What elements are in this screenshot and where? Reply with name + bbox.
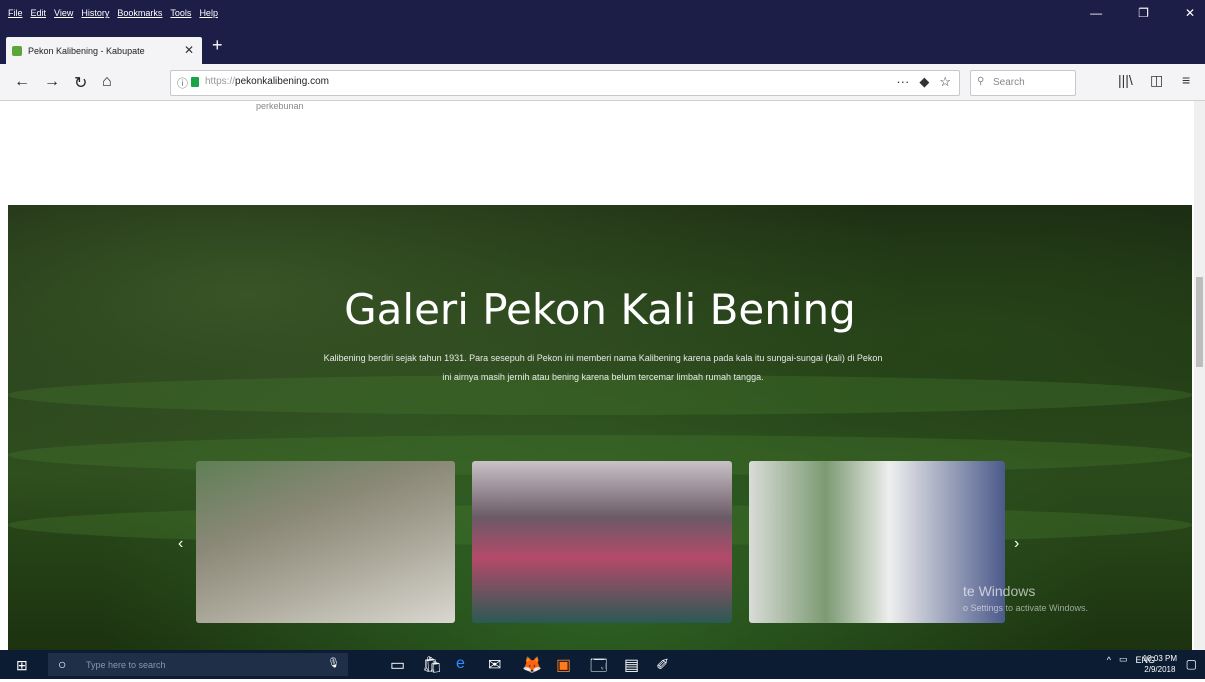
calculator-icon[interactable]: 🗔	[590, 655, 607, 682]
menu-tools[interactable]: Tools	[170, 8, 191, 18]
menu-file[interactable]: File	[8, 8, 23, 18]
mail-icon[interactable]: ✉	[488, 655, 501, 675]
scrollbar-thumb[interactable]	[1196, 277, 1203, 367]
windows-start-icon[interactable]: ⊞	[16, 657, 28, 674]
menu-bar: File Edit View History Bookmarks Tools H…	[0, 0, 1205, 30]
url-text[interactable]: https://pekonkalibening.com	[205, 76, 329, 87]
gallery-image-performers[interactable]	[472, 461, 732, 623]
search-icon: ⚲	[977, 76, 985, 87]
lock-icon	[191, 77, 199, 87]
restore-button[interactable]: ❐	[1138, 6, 1149, 20]
taskbar-search-placeholder: Type here to search	[86, 660, 166, 670]
gallery-title: Galeri Pekon Kali Bening	[344, 285, 856, 334]
home-icon[interactable]: ⌂	[102, 73, 112, 91]
store-icon[interactable]: 🛍	[422, 655, 442, 675]
search-placeholder: Search	[993, 77, 1025, 88]
search-input[interactable]: ⚲ Search	[970, 70, 1076, 96]
reload-icon[interactable]: ↻	[74, 73, 87, 93]
menu-view[interactable]: View	[54, 8, 73, 18]
menu-bookmarks[interactable]: Bookmarks	[117, 8, 162, 18]
tab-title: Pekon Kalibening - Kabupate	[28, 45, 145, 56]
new-tab-button[interactable]: +	[212, 36, 223, 54]
hamburger-menu-icon[interactable]: ≡	[1182, 72, 1190, 88]
tab-close-icon[interactable]: ✕	[184, 43, 194, 57]
window-controls: — ❐ ✕	[1090, 6, 1195, 20]
clock-time: 10:03 PM	[1142, 654, 1177, 663]
paint-icon[interactable]: ✐	[656, 655, 669, 675]
url-host: pekonkalibening.com	[235, 76, 329, 87]
notification-center-icon[interactable]: ▢	[1186, 657, 1197, 671]
activate-windows-subtext: o Settings to activate Windows.	[963, 603, 1089, 613]
minimize-button[interactable]: —	[1090, 6, 1102, 20]
bookmark-star-icon[interactable]: ☆	[939, 74, 951, 90]
windows-taskbar: ⊞ ○ Type here to search 🎙 ▭ 🛍 e ✉ 🦊 ▣ 🗔 …	[0, 650, 1205, 679]
clock-date: 2/9/2018	[1144, 665, 1176, 674]
close-window-button[interactable]: ✕	[1185, 6, 1195, 20]
cortana-icon: ○	[58, 656, 67, 672]
menu-edit[interactable]: Edit	[31, 8, 47, 18]
url-protocol: https://	[205, 76, 236, 87]
favicon-icon	[12, 45, 22, 56]
url-bar[interactable]: ⓘ https://pekonkalibening.com ··· ◆ ☆	[170, 70, 960, 96]
sidebar-icon[interactable]: ◫	[1150, 72, 1163, 89]
menu-list: File Edit View History Bookmarks Tools H…	[8, 8, 218, 18]
tab-active[interactable]: Pekon Kalibening - Kabupate ✕	[6, 37, 202, 64]
carousel-prev-arrow[interactable]: ‹	[178, 535, 183, 553]
page-actions: ··· ◆ ☆	[896, 74, 951, 90]
system-clock[interactable]: 10:03 PM 2/9/2018	[1143, 653, 1177, 675]
app-icon[interactable]: ▣	[556, 655, 571, 675]
tray-expand-icon[interactable]: ^	[1107, 655, 1111, 665]
firefox-icon[interactable]: 🦊	[522, 655, 542, 675]
tray-network-icon[interactable]: ▭	[1119, 654, 1128, 665]
forward-icon[interactable]: →	[44, 73, 60, 91]
microphone-icon[interactable]: 🎙	[327, 658, 340, 669]
carousel-next-arrow[interactable]: ›	[1014, 535, 1019, 553]
gallery-image-workers[interactable]	[196, 461, 455, 623]
pocket-icon[interactable]: ◆	[919, 74, 929, 90]
page-scrollbar[interactable]	[1194, 101, 1205, 650]
activate-windows-watermark: te Windows	[963, 583, 1036, 599]
back-icon[interactable]: ←	[14, 73, 30, 91]
menu-help[interactable]: Help	[199, 8, 218, 18]
page-viewport: perkebunan Galeri Pekon Kali Bening Kali…	[0, 101, 1205, 650]
info-icon[interactable]: ⓘ	[177, 75, 188, 91]
nav-toolbar: ← → ↻ ⌂ ⓘ https://pekonkalibening.com ··…	[0, 64, 1205, 101]
photos-icon[interactable]: ▤	[624, 655, 639, 675]
previous-section-text: perkebunan	[256, 101, 304, 111]
tab-bar: Pekon Kalibening - Kabupate ✕	[0, 30, 1205, 64]
gallery-section: Galeri Pekon Kali Bening Kalibening berd…	[8, 205, 1192, 650]
gallery-description: Kalibening berdiri sejak tahun 1931. Par…	[323, 353, 883, 382]
taskbar-search-input[interactable]: ○ Type here to search 🎙	[48, 653, 348, 676]
edge-icon[interactable]: e	[456, 655, 465, 673]
menu-history[interactable]: History	[81, 8, 109, 18]
task-view-icon[interactable]: ▭	[390, 655, 405, 675]
library-icon[interactable]: |||\	[1118, 72, 1133, 88]
page-actions-menu-icon[interactable]: ···	[896, 74, 909, 90]
